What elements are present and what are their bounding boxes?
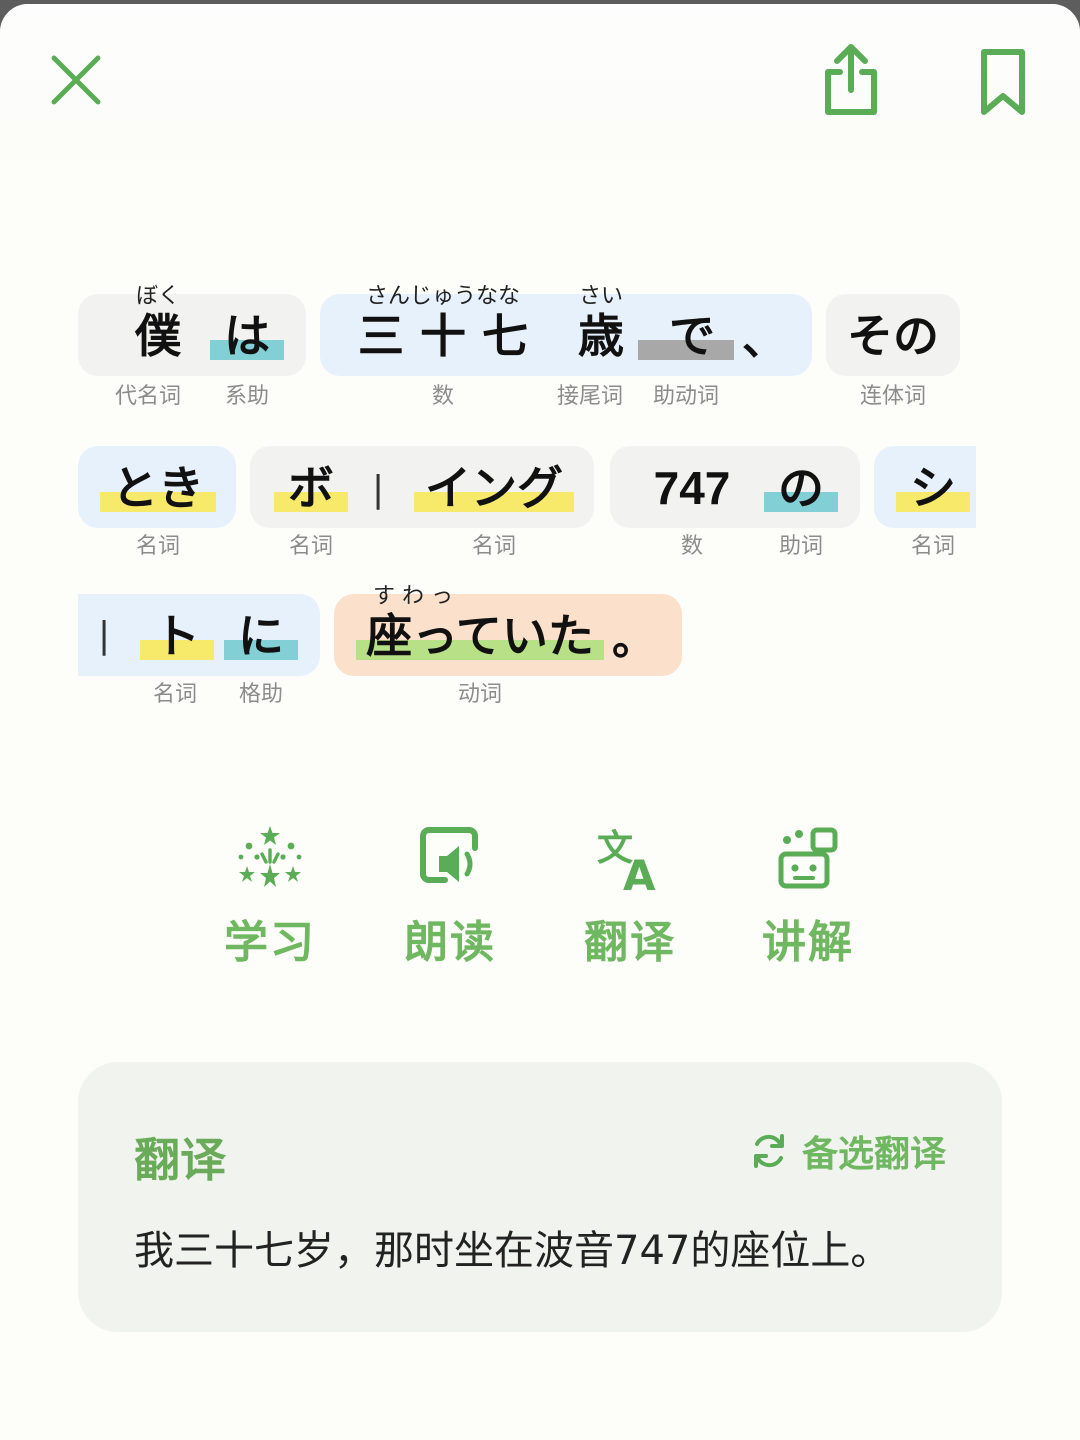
token-747[interactable]: 747 (640, 448, 744, 528)
pos-de: 助动词 (652, 384, 719, 409)
pos-ingu: 名词 (471, 534, 516, 559)
token-suwatteita[interactable]: 座っていた (356, 596, 604, 676)
close-icon (51, 55, 101, 105)
pos-bo: 名词 (288, 534, 333, 559)
share-icon (825, 44, 877, 115)
sparkle-stars-icon (238, 826, 302, 887)
token-de[interactable]: で (638, 296, 734, 376)
translation-card: 翻译 备选翻译 我三十七岁，那时坐在波音747的座位上。 (78, 1062, 1002, 1332)
pos-no: 助词 (778, 534, 823, 559)
token-num37[interactable]: 三 十 七 (340, 296, 546, 376)
explain-icon (778, 827, 838, 889)
speaker-icon (420, 827, 478, 883)
token-sono[interactable]: その (842, 296, 944, 376)
token-shi[interactable]: シ (896, 448, 970, 528)
pos-ni: 格助 (238, 682, 283, 707)
close-button[interactable] (46, 50, 106, 110)
study-label: 学习 (224, 917, 316, 968)
explain-label: 讲解 (762, 917, 854, 968)
token-boku[interactable]: 僕 (118, 296, 198, 376)
translate-icon: 文 A (597, 828, 656, 894)
pos-sai: 接尾词 (556, 384, 623, 409)
token-bar2: | (98, 615, 111, 656)
translation-text: 我三十七岁，那时坐在波音747的座位上。 (134, 1228, 891, 1274)
svg-text:A: A (623, 851, 656, 894)
token-toki[interactable]: とき (100, 448, 216, 528)
sentence-detail-sheet: ぼく 僕 代名词 は 系助 さんじゅうなな 三 十 七 数 さい 歳 接尾词 で… (0, 4, 1080, 1440)
translate-label: 翻译 (584, 917, 676, 968)
token-no[interactable]: の (764, 448, 838, 528)
top-bar (0, 4, 1080, 160)
token-bo[interactable]: ボ (274, 448, 348, 528)
pos-suwatteita: 动词 (457, 682, 502, 707)
token-period: 。 (612, 614, 656, 665)
translation-title: 翻译 (134, 1133, 226, 1187)
study-button[interactable]: 学习 (200, 824, 340, 974)
pos-sono: 连体词 (859, 384, 926, 409)
token-wa[interactable]: は (210, 296, 284, 376)
pos-shi: 名词 (910, 534, 955, 559)
alternate-translation-button[interactable]: 备选翻译 (750, 1128, 946, 1175)
pos-toki: 名词 (135, 534, 180, 559)
refresh-icon (753, 1134, 784, 1168)
pos-wa: 系助 (224, 384, 269, 409)
share-button[interactable] (820, 42, 882, 118)
bookmark-button[interactable] (978, 46, 1028, 118)
read-aloud-label: 朗读 (404, 917, 496, 968)
token-sai[interactable]: 歳 (562, 296, 640, 376)
token-ni[interactable]: に (224, 596, 298, 676)
token-bar1: | (372, 469, 385, 510)
read-aloud-button[interactable]: 朗读 (380, 824, 520, 974)
alternate-translation-label: 备选翻译 (801, 1134, 946, 1175)
bookmark-icon (981, 49, 1025, 115)
pos-to: 名词 (152, 682, 197, 707)
explain-button[interactable]: 讲解 (738, 824, 878, 974)
pos-boku: 代名词 (114, 384, 181, 409)
pos-num37: 数 (431, 384, 454, 409)
token-comma: 、 (742, 314, 786, 365)
token-ingu[interactable]: イング (414, 448, 574, 528)
token-to[interactable]: ト (140, 596, 214, 676)
pos-747: 数 (680, 534, 703, 559)
translate-button[interactable]: 文 A 翻译 (560, 824, 700, 974)
